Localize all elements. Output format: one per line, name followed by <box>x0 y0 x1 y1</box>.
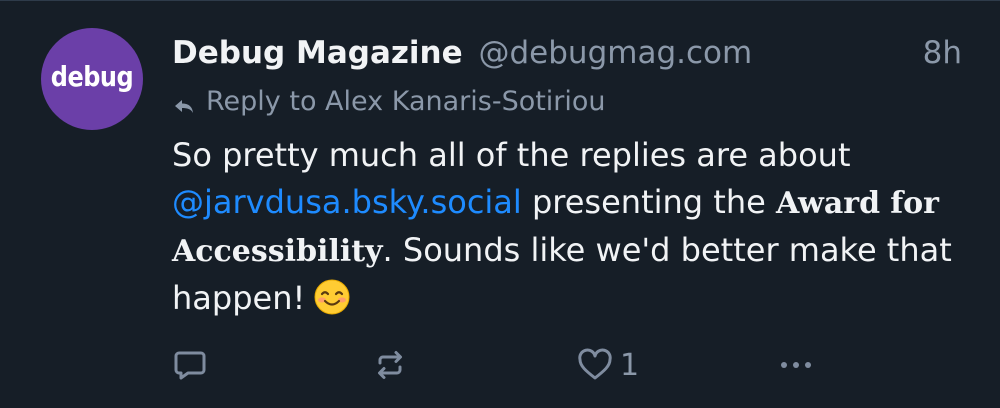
post-body: So pretty much all of the replies are ab… <box>172 132 962 322</box>
more-dots-icon <box>776 347 816 383</box>
post-text-part1: So pretty much all of the replies are ab… <box>172 136 851 174</box>
like-count: 1 <box>620 347 640 383</box>
smiling-face-emoji-icon <box>313 278 351 316</box>
post-actions: 1 <box>172 340 832 390</box>
post-text-part2: presenting the <box>521 183 776 221</box>
post-header: Debug Magazine @debugmag.com <box>172 30 972 76</box>
mention-link[interactable]: @jarvdusa.bsky.social <box>172 183 522 221</box>
reply-arrow-icon <box>172 90 196 114</box>
avatar[interactable]: debug <box>41 28 143 130</box>
like-button[interactable]: 1 <box>576 340 639 390</box>
more-options-button[interactable] <box>776 340 816 390</box>
bold-phrase-award: Award <box>775 186 881 221</box>
reply-to-label: Reply to Alex Kanaris-Sotiriou <box>206 86 606 117</box>
author-handle[interactable]: @debugmag.com <box>479 35 753 71</box>
avatar-logo-text: debug <box>50 60 134 94</box>
author-name[interactable]: Debug Magazine <box>172 35 463 71</box>
reply-context[interactable]: Reply to Alex Kanaris-Sotiriou <box>172 82 606 122</box>
repost-icon <box>372 347 408 383</box>
reply-button[interactable] <box>172 340 208 390</box>
repost-button[interactable] <box>372 340 408 390</box>
post-timestamp[interactable]: 8h <box>923 30 962 76</box>
comment-icon <box>172 347 208 383</box>
top-divider <box>0 0 1000 1</box>
heart-icon <box>576 347 614 383</box>
